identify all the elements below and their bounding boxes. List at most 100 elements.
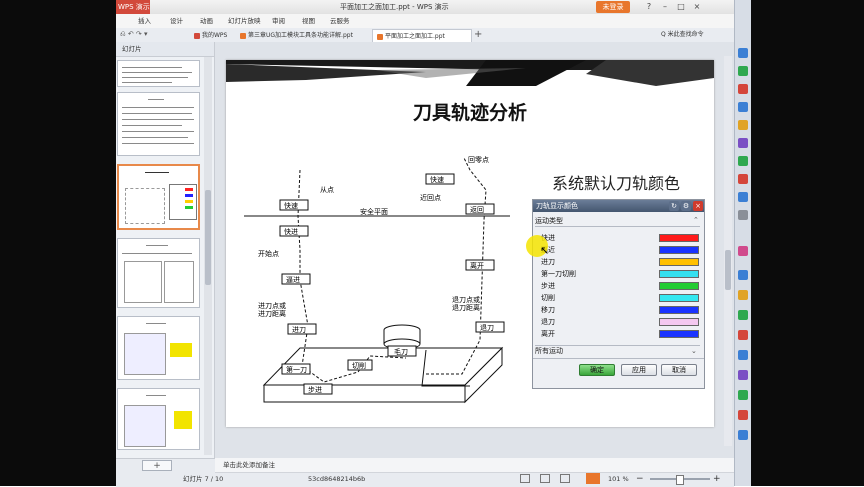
default-color-heading: 系统默认刀轨颜色 <box>552 174 681 193</box>
menu-cloud[interactable]: 云服务 <box>330 14 350 28</box>
minimize-icon[interactable]: – <box>660 1 670 12</box>
tab-slides[interactable]: 幻灯片 <box>122 42 142 56</box>
dialog-divider <box>533 358 704 359</box>
tab-my-wps[interactable]: 我的WPS <box>190 29 232 42</box>
slide[interactable]: 刀具轨迹分析 系统默认刀轨颜色 快速 快进 从点 安全平面 开始点 逼进 进刀点… <box>226 60 714 427</box>
slide-counter: 幻灯片 7 / 10 <box>183 475 224 483</box>
color-row-rapid[interactable]: 快进 <box>541 232 701 244</box>
slide-thumbnail[interactable] <box>117 60 200 87</box>
color-row-departure[interactable]: 离开 <box>541 328 701 340</box>
color-row-first-cut[interactable]: 第一刀切削 <box>541 268 701 280</box>
slide-thumbnail[interactable] <box>117 92 200 156</box>
motion-type-section-header[interactable]: 运动类型 <box>535 216 700 227</box>
color-swatch[interactable] <box>659 294 699 302</box>
menu-insert[interactable]: 插入 <box>138 14 151 28</box>
chevron-up-icon[interactable]: ⌃ <box>693 216 699 224</box>
tool-icon[interactable] <box>738 410 748 420</box>
color-row-traverse[interactable]: 移刀 <box>541 304 701 316</box>
left-black-margin <box>0 0 116 486</box>
slide-thumbnail[interactable] <box>117 388 200 450</box>
color-swatch[interactable] <box>659 246 699 254</box>
new-tab-icon[interactable]: + <box>474 28 482 42</box>
tool-icon[interactable] <box>738 48 748 58</box>
ok-button[interactable]: 确定 <box>579 364 615 376</box>
color-swatch[interactable] <box>659 258 699 266</box>
slide-thumbnail[interactable] <box>117 238 200 308</box>
zoom-level: 101 % <box>608 475 629 483</box>
tool-icon[interactable] <box>738 430 748 440</box>
menu-review[interactable]: 审阅 <box>272 14 285 28</box>
tool-icon[interactable] <box>738 270 748 280</box>
help-icon[interactable]: ? <box>644 1 654 12</box>
normal-view-icon[interactable] <box>520 474 530 483</box>
diagram-label: 切削 <box>352 361 366 370</box>
right-tool-strip <box>734 0 751 486</box>
tool-icon[interactable] <box>738 390 748 400</box>
maximize-icon[interactable]: □ <box>676 1 686 12</box>
diagram-label: 近回点 <box>420 193 441 202</box>
command-search[interactable]: Q 米此查找命令 <box>661 28 704 42</box>
reset-icon[interactable]: ↻ <box>669 201 679 211</box>
tool-icon[interactable] <box>738 370 748 380</box>
apply-button[interactable]: 应用 <box>621 364 657 376</box>
tool-icon[interactable] <box>738 174 748 184</box>
color-swatch[interactable] <box>659 318 699 326</box>
diagram-label: 步进 <box>308 386 322 394</box>
menu-view[interactable]: 视图 <box>302 14 315 28</box>
cancel-button[interactable]: 取消 <box>661 364 697 376</box>
play-slideshow-button[interactable] <box>586 473 600 484</box>
tool-icon[interactable] <box>738 156 748 166</box>
tool-icon[interactable] <box>738 350 748 360</box>
tool-icon[interactable] <box>738 290 748 300</box>
all-motion-section[interactable]: 所有运动 ⌄ <box>535 345 700 356</box>
login-button[interactable]: 未登录 <box>596 1 630 13</box>
tool-icon[interactable] <box>738 330 748 340</box>
ppt-icon <box>240 32 246 39</box>
all-motion-label: 所有运动 <box>535 347 563 355</box>
slide-thumbnail[interactable] <box>117 316 200 380</box>
tool-icon[interactable] <box>738 310 748 320</box>
chevron-down-icon[interactable]: ⌄ <box>691 346 697 356</box>
tool-icon[interactable] <box>738 66 748 76</box>
diagram-label: 从点 <box>320 186 334 194</box>
color-row-cut[interactable]: 切削 <box>541 292 701 304</box>
tool-icon[interactable] <box>738 138 748 148</box>
tab-doc-face-milling[interactable]: 平面加工之面加工.ppt <box>372 29 472 42</box>
diagram-label: 第一刀 <box>286 365 307 374</box>
tool-icon[interactable] <box>738 84 748 94</box>
menu-animation[interactable]: 动画 <box>200 14 213 28</box>
menu-slideshow[interactable]: 幻灯片放映 <box>228 14 261 28</box>
zoom-in-icon[interactable]: + <box>713 472 721 486</box>
color-row-approach[interactable]: 逼近 <box>541 244 701 256</box>
color-swatch[interactable] <box>659 306 699 314</box>
settings-icon[interactable]: ⚙ <box>681 201 691 211</box>
menu-design[interactable]: 设计 <box>170 14 183 28</box>
color-swatch[interactable] <box>659 330 699 338</box>
close-icon[interactable]: × <box>693 201 703 211</box>
notes-bar[interactable]: 单击此处添加备注 <box>215 458 734 473</box>
motion-label: 进刀 <box>541 258 555 266</box>
notes-placeholder[interactable]: 单击此处添加备注 <box>223 458 275 472</box>
slide-thumbnail-selected[interactable] <box>117 164 200 230</box>
thumbnail-scrollbar-thumb[interactable] <box>205 190 211 285</box>
tool-icon[interactable] <box>738 246 748 256</box>
zoom-slider-knob[interactable] <box>676 475 684 485</box>
tool-icon[interactable] <box>738 120 748 130</box>
reading-view-icon[interactable] <box>560 474 570 483</box>
tool-icon[interactable] <box>738 192 748 202</box>
sorter-view-icon[interactable] <box>540 474 550 483</box>
wps-app-button[interactable]: WPS 演示 <box>116 0 150 14</box>
color-swatch[interactable] <box>659 234 699 242</box>
color-row-stepover[interactable]: 步进 <box>541 280 701 292</box>
tool-icon[interactable] <box>738 210 748 220</box>
color-row-retract[interactable]: 退刀 <box>541 316 701 328</box>
close-icon[interactable]: × <box>692 1 702 12</box>
tool-icon[interactable] <box>738 102 748 112</box>
color-swatch[interactable] <box>659 282 699 290</box>
tab-doc-chapter3[interactable]: 第三章UG加工模块工具条功能详解.ppt <box>236 29 368 42</box>
canvas-scrollbar-thumb[interactable] <box>725 250 731 290</box>
add-slide-button[interactable]: + <box>142 460 172 471</box>
zoom-out-icon[interactable]: − <box>636 472 644 486</box>
color-swatch[interactable] <box>659 270 699 278</box>
color-row-engage[interactable]: 进刀 <box>541 256 701 268</box>
